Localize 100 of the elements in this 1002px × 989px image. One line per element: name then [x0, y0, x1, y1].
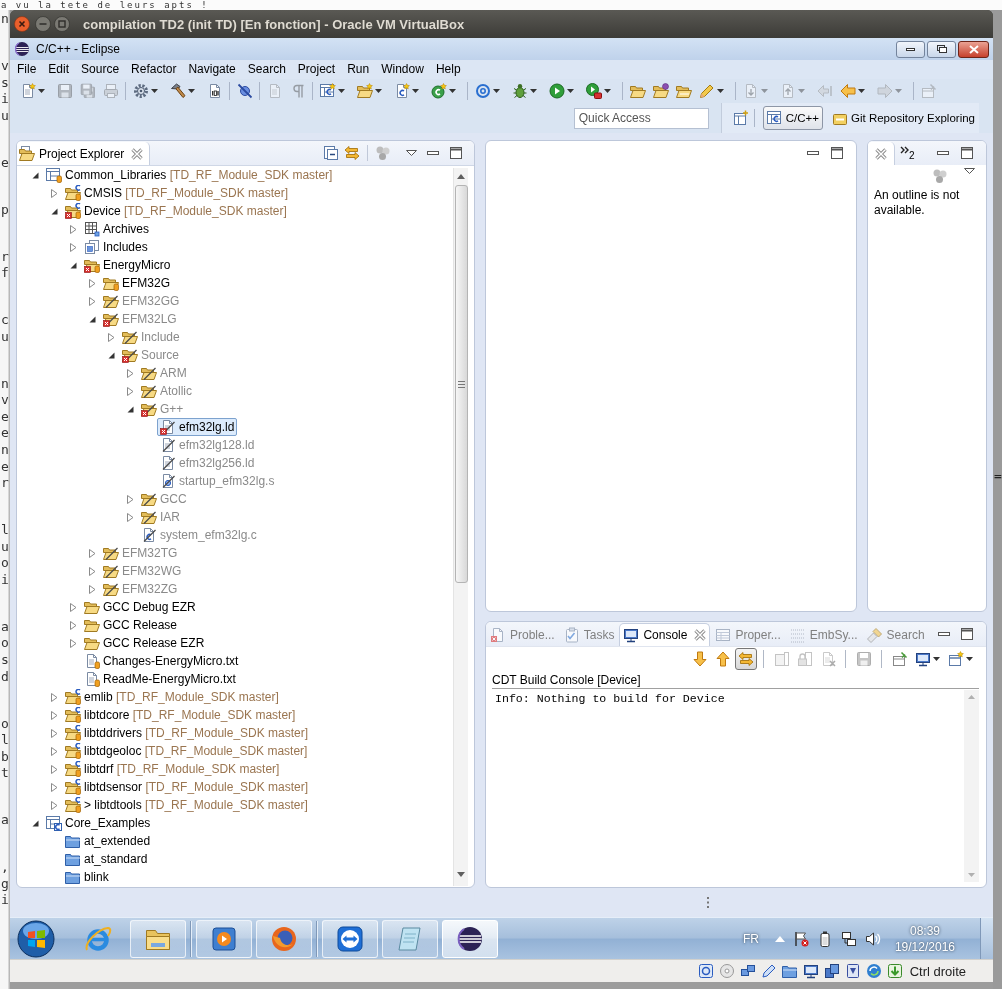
minimize-icon[interactable] — [938, 632, 950, 636]
close-icon[interactable] — [875, 147, 887, 160]
hammer-dropdown-icon[interactable] — [169, 83, 195, 99]
menu-item[interactable]: Run — [341, 60, 376, 79]
tree-item[interactable]: blink — [62, 868, 112, 886]
circular-arrows-icon[interactable] — [865, 963, 882, 979]
tree-item[interactable]: Changes-EnergyMicro.txt — [81, 652, 242, 670]
taskbar-button[interactable] — [442, 919, 498, 958]
tree-item[interactable]: GCC Release — [81, 616, 181, 634]
tree-item[interactable]: CMSIS [TD_RF_Module_SDK master] — [62, 184, 292, 202]
tree-item[interactable]: libtdcore [TD_RF_Module_SDK master] — [62, 706, 299, 724]
perspective-button[interactable]: Git Repository Exploring — [828, 106, 979, 130]
minimize-icon[interactable] — [937, 151, 949, 155]
view-tab[interactable]: Proble... — [486, 623, 559, 646]
squares-icon[interactable] — [823, 963, 840, 979]
two-arrows-icon[interactable] — [344, 145, 360, 161]
view-menu-icon[interactable] — [406, 150, 417, 156]
view-tab[interactable]: Tasks — [559, 623, 619, 646]
tree-item[interactable]: EnergyMicro — [81, 256, 174, 274]
collapse-all-icon[interactable] — [323, 145, 339, 161]
restore-button[interactable] — [927, 40, 956, 58]
start-orb-icon[interactable] — [17, 919, 55, 958]
circles-icon[interactable] — [375, 145, 391, 161]
up-arrow-icon[interactable] — [714, 651, 731, 667]
crossed-circle-icon[interactable] — [236, 83, 253, 99]
tree-item[interactable]: Include — [119, 328, 183, 346]
folder-icon[interactable] — [781, 963, 798, 979]
view-tab[interactable]: EmbSy... — [785, 623, 862, 646]
network-icon[interactable] — [739, 963, 756, 979]
tree-item[interactable]: Core_Examples — [43, 814, 154, 832]
network-icon[interactable] — [840, 930, 857, 947]
tree-item[interactable]: Common_Libraries [TD_RF_Module_SDK master] — [43, 166, 336, 184]
tree-item[interactable]: libtddrivers [TD_RF_Module_SDK master] — [62, 724, 312, 742]
monitor-icon[interactable] — [802, 963, 819, 979]
minimize-icon[interactable] — [807, 151, 819, 155]
run-tool-dropdown-icon[interactable] — [585, 83, 611, 99]
up-triangle-icon[interactable] — [774, 935, 785, 942]
pencil-dropdown-icon[interactable] — [698, 83, 724, 99]
tree-arrow-icon[interactable] — [88, 314, 96, 324]
maximize-button[interactable] — [54, 16, 70, 32]
tree-item[interactable]: Atollic — [138, 382, 195, 400]
tree-item[interactable]: at_standard — [62, 850, 151, 868]
tree-item[interactable]: at_extended — [62, 832, 154, 850]
menu-item[interactable]: Navigate — [182, 60, 242, 79]
maximize-icon[interactable] — [831, 147, 843, 159]
view-menu-icon[interactable] — [964, 168, 975, 174]
tree-arrow-icon[interactable] — [126, 404, 134, 414]
menu-item[interactable]: Help — [429, 60, 467, 79]
close-button[interactable] — [958, 40, 989, 58]
tree-item[interactable]: Source — [119, 346, 183, 364]
close-icon[interactable] — [694, 629, 707, 641]
tree-item[interactable]: system_efm32lg.c — [138, 526, 260, 544]
bug-dropdown-icon[interactable] — [511, 83, 537, 99]
maximize-icon[interactable] — [961, 628, 973, 640]
tree-item[interactable]: EFM32G — [100, 274, 173, 292]
new-folder-dropdown-icon[interactable] — [356, 83, 382, 99]
run-dropdown-icon[interactable] — [548, 83, 574, 99]
tree-item[interactable]: libtdrf [TD_RF_Module_SDK master] — [62, 760, 283, 778]
pen-icon[interactable] — [760, 963, 777, 979]
speaker-icon[interactable] — [864, 930, 881, 947]
minimize-button[interactable] — [896, 40, 925, 58]
maximize-icon[interactable] — [961, 147, 973, 159]
menu-item[interactable]: Edit — [42, 60, 76, 79]
taskbar-button[interactable] — [322, 919, 378, 958]
menu-item[interactable]: Project — [291, 60, 342, 79]
menu-item[interactable]: Window — [375, 60, 430, 79]
tree-item[interactable]: IAR — [138, 508, 183, 526]
show-desktop-button[interactable] — [980, 918, 993, 959]
close-button[interactable] — [14, 16, 30, 32]
tree-item[interactable]: emlib [TD_RF_Module_SDK master] — [62, 688, 282, 706]
tree-arrow-icon[interactable] — [31, 818, 39, 828]
minimize-icon[interactable] — [427, 151, 439, 155]
quick-access-field[interactable]: Quick Access — [573, 107, 709, 129]
new-class-dropdown-icon[interactable] — [430, 83, 456, 99]
circles-icon[interactable] — [932, 168, 948, 184]
tree-item[interactable]: Device [TD_RF_Module_SDK master] — [62, 202, 290, 220]
tree-item[interactable]: startup_efm32lg.s — [157, 472, 278, 490]
tree-item[interactable]: Archives — [81, 220, 152, 238]
left-arrow-dropdown-icon[interactable] — [839, 83, 865, 99]
ring-dropdown-icon[interactable] — [474, 83, 500, 99]
tree-item[interactable]: efm32lg.ld — [157, 418, 238, 436]
tree-item[interactable]: Includes — [81, 238, 151, 256]
tree-arrow-icon[interactable] — [69, 260, 77, 270]
new-window-dropdown-icon[interactable] — [948, 651, 973, 667]
maximize-icon[interactable] — [450, 147, 462, 159]
tree-item[interactable]: > libtdtools [TD_RF_Module_SDK master] — [62, 796, 311, 814]
menu-item[interactable]: File — [11, 60, 43, 79]
chip-icon[interactable] — [844, 963, 861, 979]
scroll-up-arrow-icon[interactable] — [457, 174, 465, 179]
view-tab[interactable]: Proper... — [711, 623, 785, 646]
menu-item[interactable]: Source — [75, 60, 126, 79]
view-tab[interactable]: Search — [862, 623, 929, 646]
tree-item[interactable]: ReadMe-EnergyMicro.txt — [81, 670, 239, 688]
folder-ball-icon[interactable] — [652, 83, 669, 99]
tree-item[interactable]: libtdgeoloc [TD_RF_Module_SDK master] — [62, 742, 311, 760]
perspective-button[interactable]: C/C++ — [762, 106, 823, 130]
tree-item[interactable]: efm32lg256.ld — [157, 454, 258, 472]
tree-arrow-icon[interactable] — [107, 350, 115, 360]
window-plus-icon[interactable] — [732, 110, 749, 126]
tree-item[interactable]: GCC Debug EZR — [81, 598, 199, 616]
